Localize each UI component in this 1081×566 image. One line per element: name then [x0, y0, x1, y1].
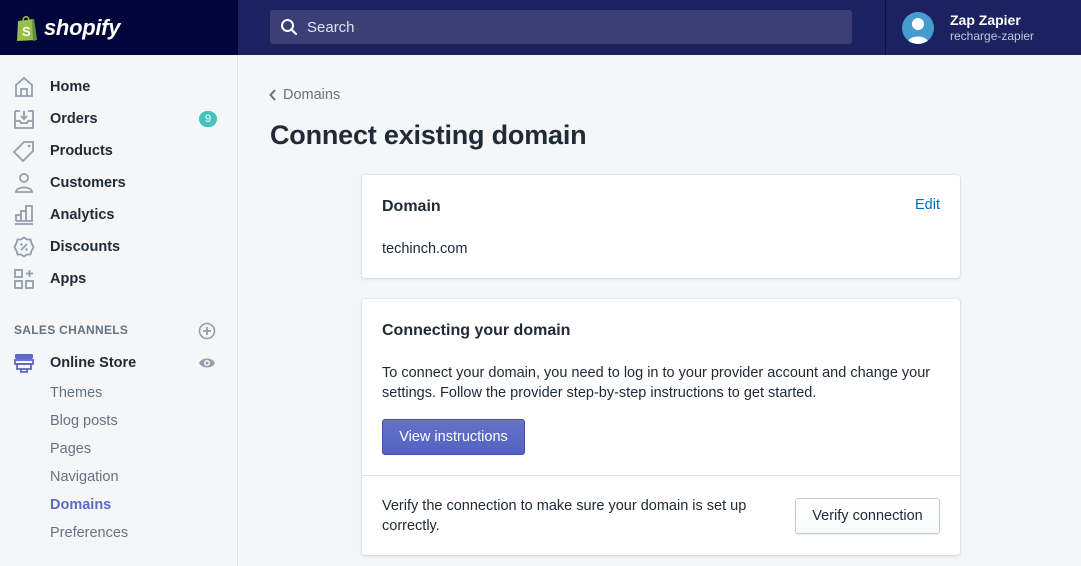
person-silhouette-icon	[907, 17, 929, 44]
sidebar-item-online-store[interactable]: Online Store	[0, 347, 237, 379]
domain-card-title: Domain	[382, 198, 441, 215]
search-input[interactable]: Search	[270, 10, 852, 44]
shopify-bag-icon: S	[17, 15, 37, 41]
chevron-left-icon	[269, 89, 276, 101]
avatar	[902, 11, 934, 44]
sidebar: Home Orders 9 Products Customers Analyti…	[0, 55, 238, 566]
verify-connection-button[interactable]: Verify connection	[795, 498, 940, 534]
verify-description: Verify the connection to make sure your …	[382, 498, 747, 534]
sidebar-subitem-pages[interactable]: Pages	[50, 441, 91, 457]
card-divider	[362, 475, 960, 476]
page-title: Connect existing domain	[270, 120, 587, 150]
sidebar-item-home[interactable]: Home	[0, 71, 237, 103]
home-icon	[15, 76, 33, 97]
sidebar-item-discounts[interactable]: Discounts	[0, 231, 237, 263]
sidebar-item-customers[interactable]: Customers	[0, 167, 237, 199]
domain-card: Domain Edit techinch.com	[362, 175, 960, 278]
sidebar-item-label: Discounts	[50, 239, 121, 255]
discount-icon	[13, 236, 35, 258]
sales-channels-heading: SALES CHANNELS	[14, 323, 129, 337]
view-instructions-button[interactable]: View instructions	[382, 419, 525, 455]
sidebar-subitem-blog-posts[interactable]: Blog posts	[50, 413, 118, 429]
bar-chart-icon	[15, 205, 33, 225]
connecting-description: To connect your domain, you need to log …	[382, 365, 931, 401]
sidebar-subitem-navigation[interactable]: Navigation	[50, 469, 119, 485]
user-menu[interactable]: Zap Zapier recharge-zapier	[885, 0, 1081, 55]
sidebar-item-label: Online Store	[50, 355, 137, 371]
sidebar-item-label: Apps	[50, 271, 87, 287]
store-icon	[14, 354, 34, 373]
breadcrumb-label: Domains	[283, 87, 341, 103]
person-icon	[15, 173, 33, 193]
user-name: Zap Zapier	[950, 11, 1021, 28]
sidebar-subitem-domains[interactable]: Domains	[50, 497, 111, 513]
sidebar-item-analytics[interactable]: Analytics	[0, 199, 237, 231]
svg-text:S: S	[22, 24, 31, 39]
sidebar-item-products[interactable]: Products	[0, 135, 237, 167]
edit-domain-link[interactable]: Edit	[915, 197, 940, 213]
sidebar-item-orders[interactable]: Orders 9	[0, 103, 237, 135]
store-name: recharge-zapier	[950, 28, 1035, 43]
orders-count-badge: 9	[199, 111, 217, 127]
connecting-card-title: Connecting your domain	[382, 322, 571, 339]
add-sales-channel-icon[interactable]	[198, 322, 216, 340]
breadcrumb[interactable]: Domains	[268, 87, 340, 103]
sidebar-item-label: Home	[50, 79, 91, 95]
sidebar-item-label: Orders	[50, 111, 98, 127]
top-bar: S shopify Search Zap Zapier recharge-zap…	[0, 0, 1081, 55]
sidebar-item-label: Products	[50, 143, 113, 159]
brand-wordmark: shopify	[44, 14, 121, 40]
connecting-domain-card: Connecting your domain To connect your d…	[362, 299, 960, 555]
search-placeholder: Search	[307, 18, 355, 36]
eye-icon[interactable]	[198, 354, 216, 372]
brand-logo[interactable]: S shopify	[0, 0, 238, 55]
orders-icon	[14, 110, 34, 129]
sidebar-subitem-preferences[interactable]: Preferences	[50, 525, 128, 541]
sidebar-item-label: Customers	[50, 175, 126, 191]
apps-icon	[14, 269, 34, 289]
sidebar-subitem-themes[interactable]: Themes	[50, 385, 102, 401]
sidebar-item-label: Analytics	[50, 207, 115, 223]
tag-icon	[13, 141, 34, 162]
search-icon	[281, 19, 298, 36]
sidebar-item-apps[interactable]: Apps	[0, 263, 237, 295]
domain-value: techinch.com	[382, 241, 468, 257]
